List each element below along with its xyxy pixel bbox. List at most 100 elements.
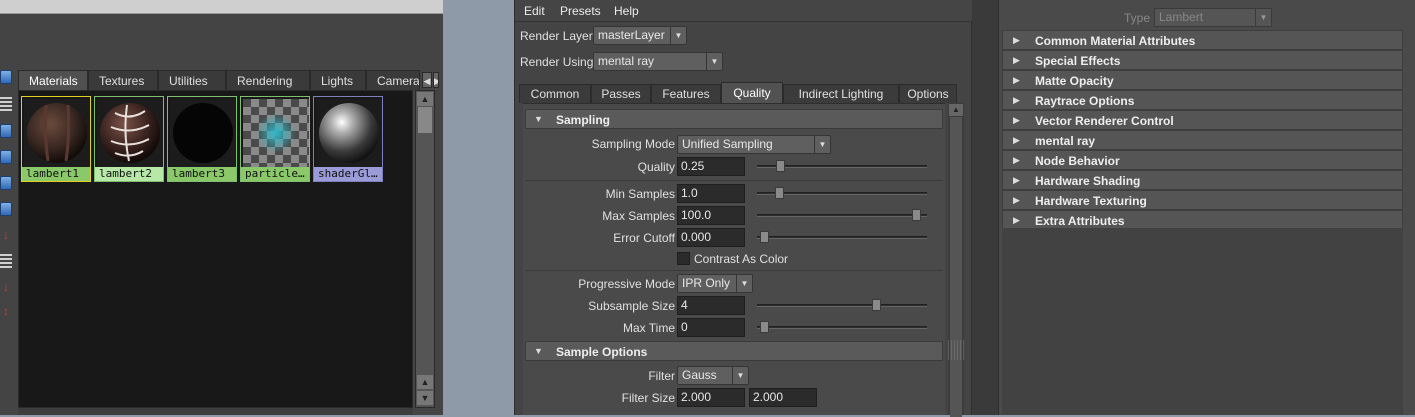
swatch-label: lambert3 <box>168 167 236 181</box>
sample-options-section-title: Sample Options <box>556 345 648 359</box>
attribute-section-header[interactable]: ▶ Matte Opacity <box>1002 70 1403 90</box>
attribute-section-header[interactable]: ▶ Vector Renderer Control <box>1002 110 1403 130</box>
tab-options[interactable]: Options <box>899 84 957 103</box>
expand-triangle-icon: ▶ <box>1013 215 1020 225</box>
tab-quality[interactable]: Quality <box>721 82 783 103</box>
tab-utilities[interactable]: Utilities <box>158 70 226 90</box>
tab-rendering[interactable]: Rendering <box>226 70 310 90</box>
render-layer-dropdown[interactable]: masterLayer ▼ <box>593 26 687 45</box>
input-graph-icon[interactable] <box>0 124 12 138</box>
max-samples-field[interactable]: 100.0 <box>677 206 745 225</box>
filter-size-y-field[interactable]: 2.000 <box>749 388 817 407</box>
arrow-updown-icon[interactable]: ↕ <box>0 304 12 318</box>
material-swatch[interactable]: shaderGl… <box>313 96 383 182</box>
swatch-label: lambert1 <box>22 167 90 181</box>
tab-common[interactable]: Common <box>519 84 591 103</box>
min-samples-field[interactable]: 1.0 <box>677 184 745 203</box>
max-time-slider-handle[interactable] <box>760 321 769 333</box>
swatch-grid-hscrollbar[interactable] <box>18 408 413 415</box>
menu-presets[interactable]: Presets <box>560 4 601 18</box>
min-samples-slider-handle[interactable] <box>775 187 784 199</box>
scroll-up-icon[interactable]: ▲ <box>417 375 433 389</box>
subsample-size-field[interactable]: 4 <box>677 296 745 315</box>
attribute-editor-panel: Type Lambert ▼ ▶ Common Material Attribut… <box>998 0 1415 415</box>
clear-graph-icon[interactable] <box>0 202 12 216</box>
tab-cameras[interactable]: Camera <box>366 70 420 90</box>
min-samples-slider[interactable] <box>757 187 927 199</box>
material-swatch[interactable]: lambert2 <box>94 96 164 182</box>
chevron-down-icon: ▼ <box>670 27 686 44</box>
attribute-section-title: Raytrace Options <box>1035 94 1135 108</box>
contrast-as-color-checkbox[interactable] <box>677 252 690 265</box>
render-settings-menubar: Edit Presets Help <box>515 0 973 22</box>
render-settings-scrollbar[interactable]: ▲ <box>948 103 964 417</box>
scroll-thumb[interactable] <box>950 117 962 417</box>
expand-triangle-icon: ▶ <box>1013 35 1020 45</box>
tab-indirect-lighting[interactable]: Indirect Lighting <box>783 84 899 103</box>
attribute-section-header[interactable]: ▶ Hardware Shading <box>1002 170 1403 190</box>
list-view-icon[interactable] <box>0 97 12 111</box>
max-samples-slider[interactable] <box>757 209 927 221</box>
attribute-section-header[interactable]: ▶ Special Effects <box>1002 50 1403 70</box>
output-graph-icon[interactable] <box>0 150 12 164</box>
attribute-section-header[interactable]: ▶ Raytrace Options <box>1002 90 1403 110</box>
attribute-section-header[interactable]: ▶ Node Behavior <box>1002 150 1403 170</box>
type-dropdown[interactable]: Lambert ▼ <box>1154 8 1272 27</box>
sampling-section-header[interactable]: ▼ Sampling <box>525 109 943 129</box>
max-samples-slider-handle[interactable] <box>912 209 921 221</box>
max-time-slider[interactable] <box>757 321 927 333</box>
max-time-field[interactable]: 0 <box>677 318 745 337</box>
subsample-size-slider[interactable] <box>757 299 927 311</box>
swatch-grid-scrollbar[interactable]: ▲ ▲ ▼ <box>415 90 435 408</box>
tab-scroll-right-icon[interactable]: ▶ <box>433 72 439 88</box>
quality-slider[interactable] <box>757 160 927 172</box>
material-swatch[interactable]: particle… <box>240 96 310 182</box>
error-cutoff-slider-handle[interactable] <box>760 231 769 243</box>
contrast-as-color-label: Contrast As Color <box>694 252 789 266</box>
quality-slider-handle[interactable] <box>776 160 785 172</box>
arrow-down-red-icon[interactable]: ↓ <box>0 280 12 294</box>
attribute-section-header[interactable]: ▶ mental ray <box>1002 130 1403 150</box>
filter-size-x-field[interactable]: 2.000 <box>677 388 745 407</box>
render-layer-value: masterLayer <box>598 28 665 42</box>
tab-lights[interactable]: Lights <box>310 70 366 90</box>
tab-passes[interactable]: Passes <box>591 84 651 103</box>
menu-edit[interactable]: Edit <box>524 4 545 18</box>
scroll-thumb[interactable] <box>418 107 432 133</box>
scroll-up-icon[interactable]: ▲ <box>417 92 433 106</box>
filter-dropdown[interactable]: Gauss ▼ <box>677 366 749 385</box>
error-cutoff-field[interactable]: 0.000 <box>677 228 745 247</box>
resize-grip-icon[interactable] <box>948 340 964 360</box>
quality-field[interactable]: 0.25 <box>677 157 745 176</box>
attribute-section-title: Extra Attributes <box>1035 214 1125 228</box>
sampling-mode-dropdown[interactable]: Unified Sampling ▼ <box>677 135 831 154</box>
material-swatch[interactable]: lambert1 <box>21 96 91 182</box>
subsample-size-label: Subsample Size <box>588 299 675 313</box>
tab-textures[interactable]: Textures <box>88 70 158 90</box>
rearrange-icon[interactable] <box>0 254 12 268</box>
progressive-mode-dropdown[interactable]: IPR Only ▼ <box>677 274 753 293</box>
error-cutoff-slider[interactable] <box>757 231 927 243</box>
graph-icon[interactable] <box>0 70 12 84</box>
sample-options-section-header[interactable]: ▼ Sample Options <box>525 341 943 361</box>
sampling-mode-label: Sampling Mode <box>591 137 675 151</box>
material-swatch[interactable]: lambert3 <box>167 96 237 182</box>
render-using-dropdown[interactable]: mental ray ▼ <box>593 52 723 71</box>
attribute-section-header[interactable]: ▶ Hardware Texturing <box>1002 190 1403 210</box>
sampling-mode-value: Unified Sampling <box>682 137 773 151</box>
scroll-down-icon[interactable]: ▼ <box>417 391 433 405</box>
arrow-down-icon[interactable]: ↓ <box>0 228 12 242</box>
subsample-size-slider-handle[interactable] <box>872 299 881 311</box>
input-output-graph-icon[interactable] <box>0 176 12 190</box>
menu-help[interactable]: Help <box>614 4 639 18</box>
collapse-triangle-icon: ▼ <box>534 114 543 124</box>
tab-materials[interactable]: Materials <box>18 70 88 90</box>
attribute-section-header[interactable]: ▶ Common Material Attributes <box>1002 30 1403 50</box>
attribute-section-header[interactable]: ▶ Extra Attributes <box>1002 210 1403 230</box>
expand-triangle-icon: ▶ <box>1013 175 1020 185</box>
type-label: Type <box>1124 11 1151 25</box>
scroll-up-icon[interactable]: ▲ <box>949 104 963 116</box>
tab-features[interactable]: Features <box>651 84 721 103</box>
render-settings-panel: Edit Presets Help Render Layer masterLay… <box>514 0 973 417</box>
tab-scroll-left-icon[interactable]: ◀ <box>422 72 432 88</box>
